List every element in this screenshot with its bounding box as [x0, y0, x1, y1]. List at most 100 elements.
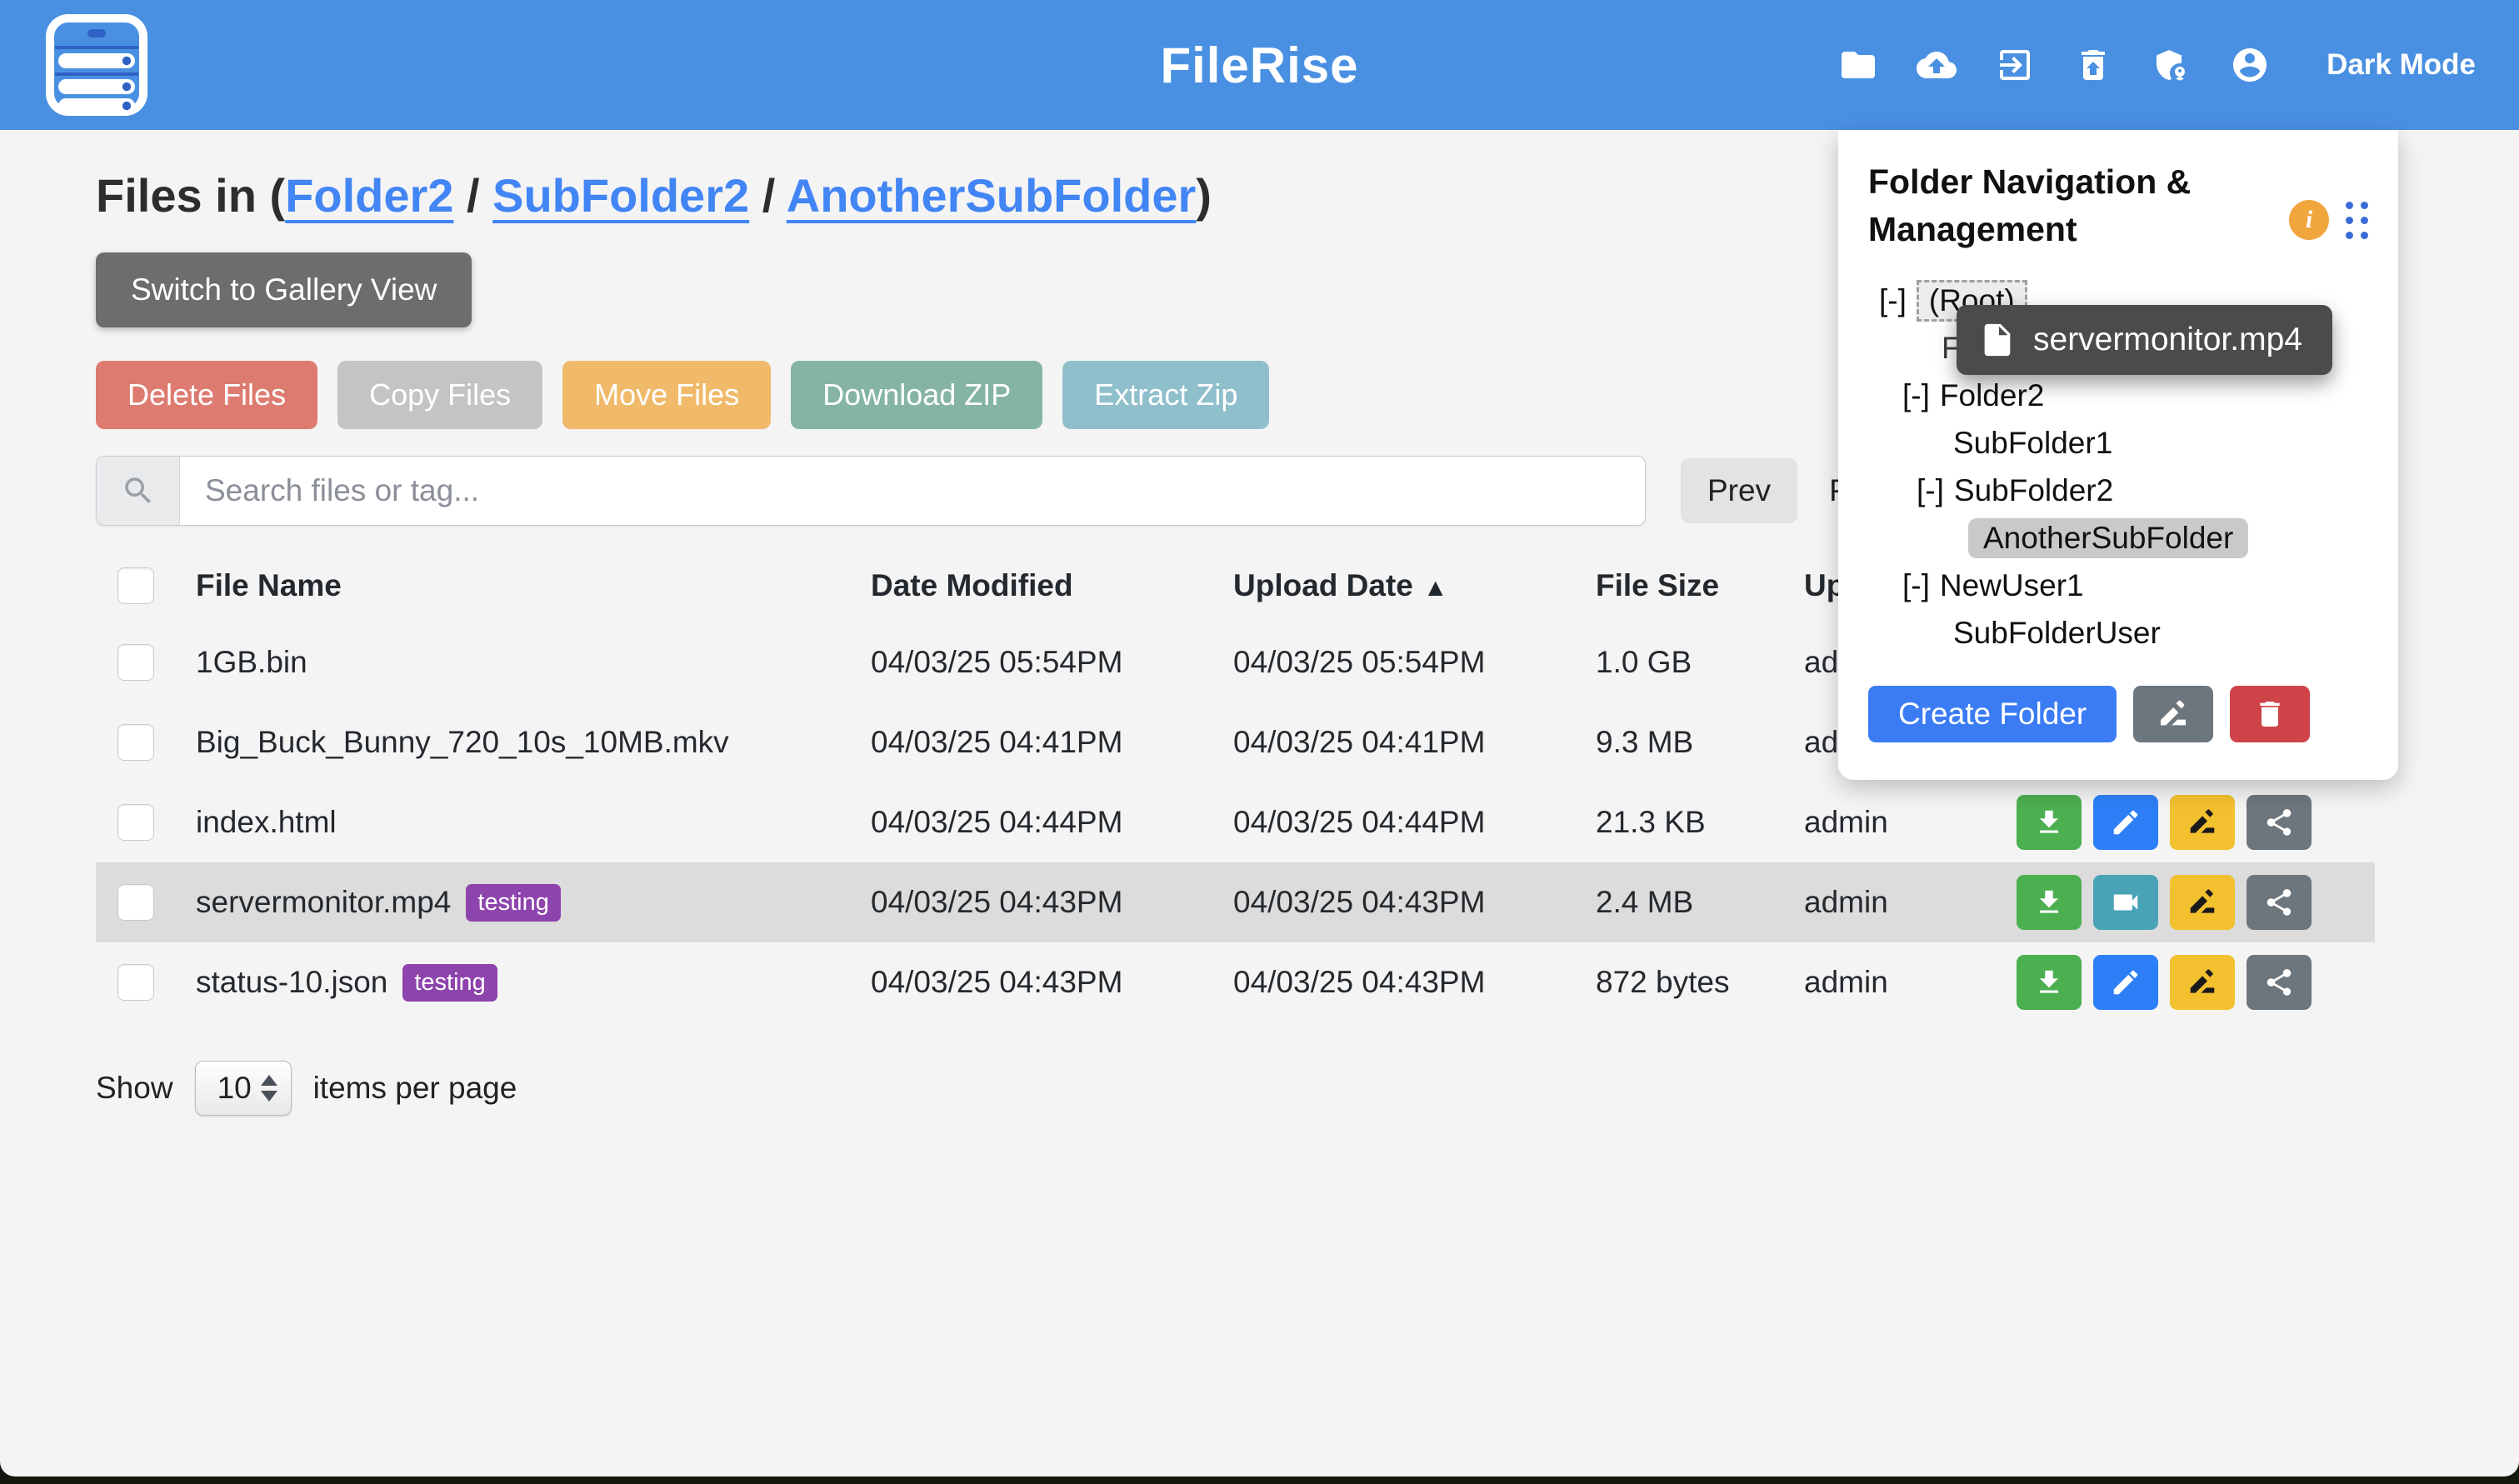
upload-date: 04/03/25 05:54PM	[1233, 645, 1596, 680]
delete-files-button[interactable]: Delete Files	[96, 361, 317, 429]
tree-item-subfolder1[interactable]: SubFolder1	[1868, 420, 2368, 467]
date-modified: 04/03/25 04:43PM	[871, 885, 1233, 920]
tag-badge: testing	[466, 884, 560, 922]
download-zip-button[interactable]: Download ZIP	[791, 361, 1042, 429]
copy-files-button[interactable]: Copy Files	[337, 361, 542, 429]
tree-label-subfolderuser[interactable]: SubFolderUser	[1953, 616, 2161, 651]
row-checkbox[interactable]	[117, 884, 154, 921]
file-size: 9.3 MB	[1596, 725, 1804, 760]
items-per-page-control: Show 10 items per page	[96, 1061, 2519, 1116]
expander-icon[interactable]: [-]	[1917, 473, 1944, 508]
items-per-page-label: items per page	[313, 1071, 517, 1106]
date-modified: 04/03/25 05:54PM	[871, 645, 1233, 680]
tree-label-newuser1[interactable]: NewUser1	[1940, 568, 2084, 603]
rename-button[interactable]	[2170, 875, 2235, 930]
sort-ascending-icon: ▲	[1423, 574, 1448, 602]
expander-icon[interactable]: [-]	[1902, 568, 1930, 603]
table-row: status-10.json testing 04/03/25 04:43PM 0…	[96, 942, 2375, 1022]
date-modified: 04/03/25 04:41PM	[871, 725, 1233, 760]
column-header-upload-date[interactable]: Upload Date▲	[1233, 568, 1596, 603]
download-button[interactable]	[2017, 955, 2082, 1010]
tree-item-newuser1[interactable]: [-] NewUser1	[1868, 562, 2368, 610]
video-preview-button[interactable]	[2093, 875, 2158, 930]
delete-folder-button[interactable]	[2230, 686, 2310, 742]
row-checkbox[interactable]	[117, 964, 154, 1001]
edit-button[interactable]	[2093, 795, 2158, 850]
tree-item-anothersubfolder[interactable]: AnotherSubFolder	[1868, 515, 2368, 562]
restore-trash-icon[interactable]	[2073, 45, 2113, 85]
switch-gallery-view-button[interactable]: Switch to Gallery View	[96, 252, 472, 327]
tree-label-subfolder2[interactable]: SubFolder2	[1954, 473, 2113, 508]
tree-label-anothersubfolder[interactable]: AnotherSubFolder	[1968, 518, 2248, 558]
date-modified: 04/03/25 04:44PM	[871, 805, 1233, 840]
info-icon[interactable]: i	[2289, 200, 2329, 240]
breadcrumb-link-folder2[interactable]: Folder2	[285, 169, 453, 222]
account-icon[interactable]	[2230, 45, 2270, 85]
file-size: 2.4 MB	[1596, 885, 1804, 920]
file-icon	[1978, 321, 2017, 359]
items-per-page-select[interactable]: 10	[195, 1061, 292, 1116]
uploader: admin	[1804, 805, 2017, 840]
cloud-upload-icon[interactable]	[1917, 45, 1957, 85]
tree-item-subfolder2[interactable]: [-] SubFolder2	[1868, 467, 2368, 515]
date-modified: 04/03/25 04:43PM	[871, 965, 1233, 1000]
file-size: 21.3 KB	[1596, 805, 1804, 840]
breadcrumb-link-subfolder2[interactable]: SubFolder2	[492, 169, 749, 222]
drag-ghost: servermonitor.mp4	[1957, 305, 2332, 375]
file-name[interactable]: Big_Buck_Bunny_720_10s_10MB.mkv	[196, 725, 729, 760]
prev-page-button[interactable]: Prev	[1681, 458, 1797, 523]
table-row: index.html 04/03/25 04:44PM 04/03/25 04:…	[96, 782, 2375, 862]
expander-icon[interactable]: [-]	[1902, 378, 1930, 413]
page: FileRise Dark Mode Files in (Folder2 / S…	[0, 0, 2519, 1477]
rename-button[interactable]	[2170, 795, 2235, 850]
tree-item-subfolderuser[interactable]: SubFolderUser	[1868, 610, 2368, 657]
rename-folder-button[interactable]	[2133, 686, 2213, 742]
column-header-file-size[interactable]: File Size	[1596, 568, 1804, 603]
top-header-bar: FileRise Dark Mode	[0, 0, 2519, 130]
breadcrumb-separator: /	[467, 169, 480, 222]
upload-date: 04/03/25 04:44PM	[1233, 805, 1596, 840]
rename-button[interactable]	[2170, 955, 2235, 1010]
upload-date: 04/03/25 04:43PM	[1233, 885, 1596, 920]
tree-item-folder2[interactable]: [-] Folder2	[1868, 372, 2368, 420]
header-icon-group: Dark Mode	[1838, 45, 2476, 85]
select-all-checkbox[interactable]	[117, 567, 154, 604]
extract-zip-button[interactable]: Extract Zip	[1062, 361, 1269, 429]
tree-label-folder2[interactable]: Folder2	[1940, 378, 2044, 413]
column-header-file-name[interactable]: File Name	[196, 568, 871, 603]
column-header-date-modified[interactable]: Date Modified	[871, 568, 1233, 603]
download-button[interactable]	[2017, 795, 2082, 850]
row-checkbox[interactable]	[117, 804, 154, 841]
folder-icon[interactable]	[1838, 45, 1878, 85]
per-page-value: 10	[217, 1071, 261, 1106]
share-button[interactable]	[2247, 955, 2312, 1010]
admin-shield-icon[interactable]	[2152, 45, 2192, 85]
download-button[interactable]	[2017, 875, 2082, 930]
sign-out-icon[interactable]	[1995, 45, 2035, 85]
share-button[interactable]	[2247, 795, 2312, 850]
file-size: 1.0 GB	[1596, 645, 1804, 680]
folder-navigation-panel: Folder Navigation & Management i [-](Roo…	[1838, 130, 2398, 780]
breadcrumb-prefix: Files in (	[96, 169, 285, 222]
file-name[interactable]: index.html	[196, 805, 337, 840]
edit-button[interactable]	[2093, 955, 2158, 1010]
move-files-button[interactable]: Move Files	[562, 361, 771, 429]
row-checkbox[interactable]	[117, 724, 154, 761]
breadcrumb-link-anothersubfolder[interactable]: AnotherSubFolder	[787, 169, 1197, 222]
uploader: admin	[1804, 885, 2017, 920]
dark-mode-toggle[interactable]: Dark Mode	[2327, 48, 2476, 82]
row-checkbox[interactable]	[117, 644, 154, 681]
file-name[interactable]: 1GB.bin	[196, 645, 307, 680]
create-folder-button[interactable]: Create Folder	[1868, 686, 2117, 742]
expander-icon[interactable]: [-]	[1879, 283, 1907, 318]
file-name[interactable]: status-10.json	[196, 965, 387, 1000]
app-window: FileRise Dark Mode Files in (Folder2 / S…	[0, 0, 2519, 1484]
file-name[interactable]: servermonitor.mp4	[196, 885, 451, 920]
app-title: FileRise	[1160, 37, 1358, 94]
share-button[interactable]	[2247, 875, 2312, 930]
tree-label-subfolder1[interactable]: SubFolder1	[1953, 426, 2112, 461]
upload-date: 04/03/25 04:43PM	[1233, 965, 1596, 1000]
drag-handle-icon[interactable]	[2346, 202, 2368, 239]
tag-badge: testing	[402, 964, 497, 1002]
search-input[interactable]	[180, 457, 1645, 525]
